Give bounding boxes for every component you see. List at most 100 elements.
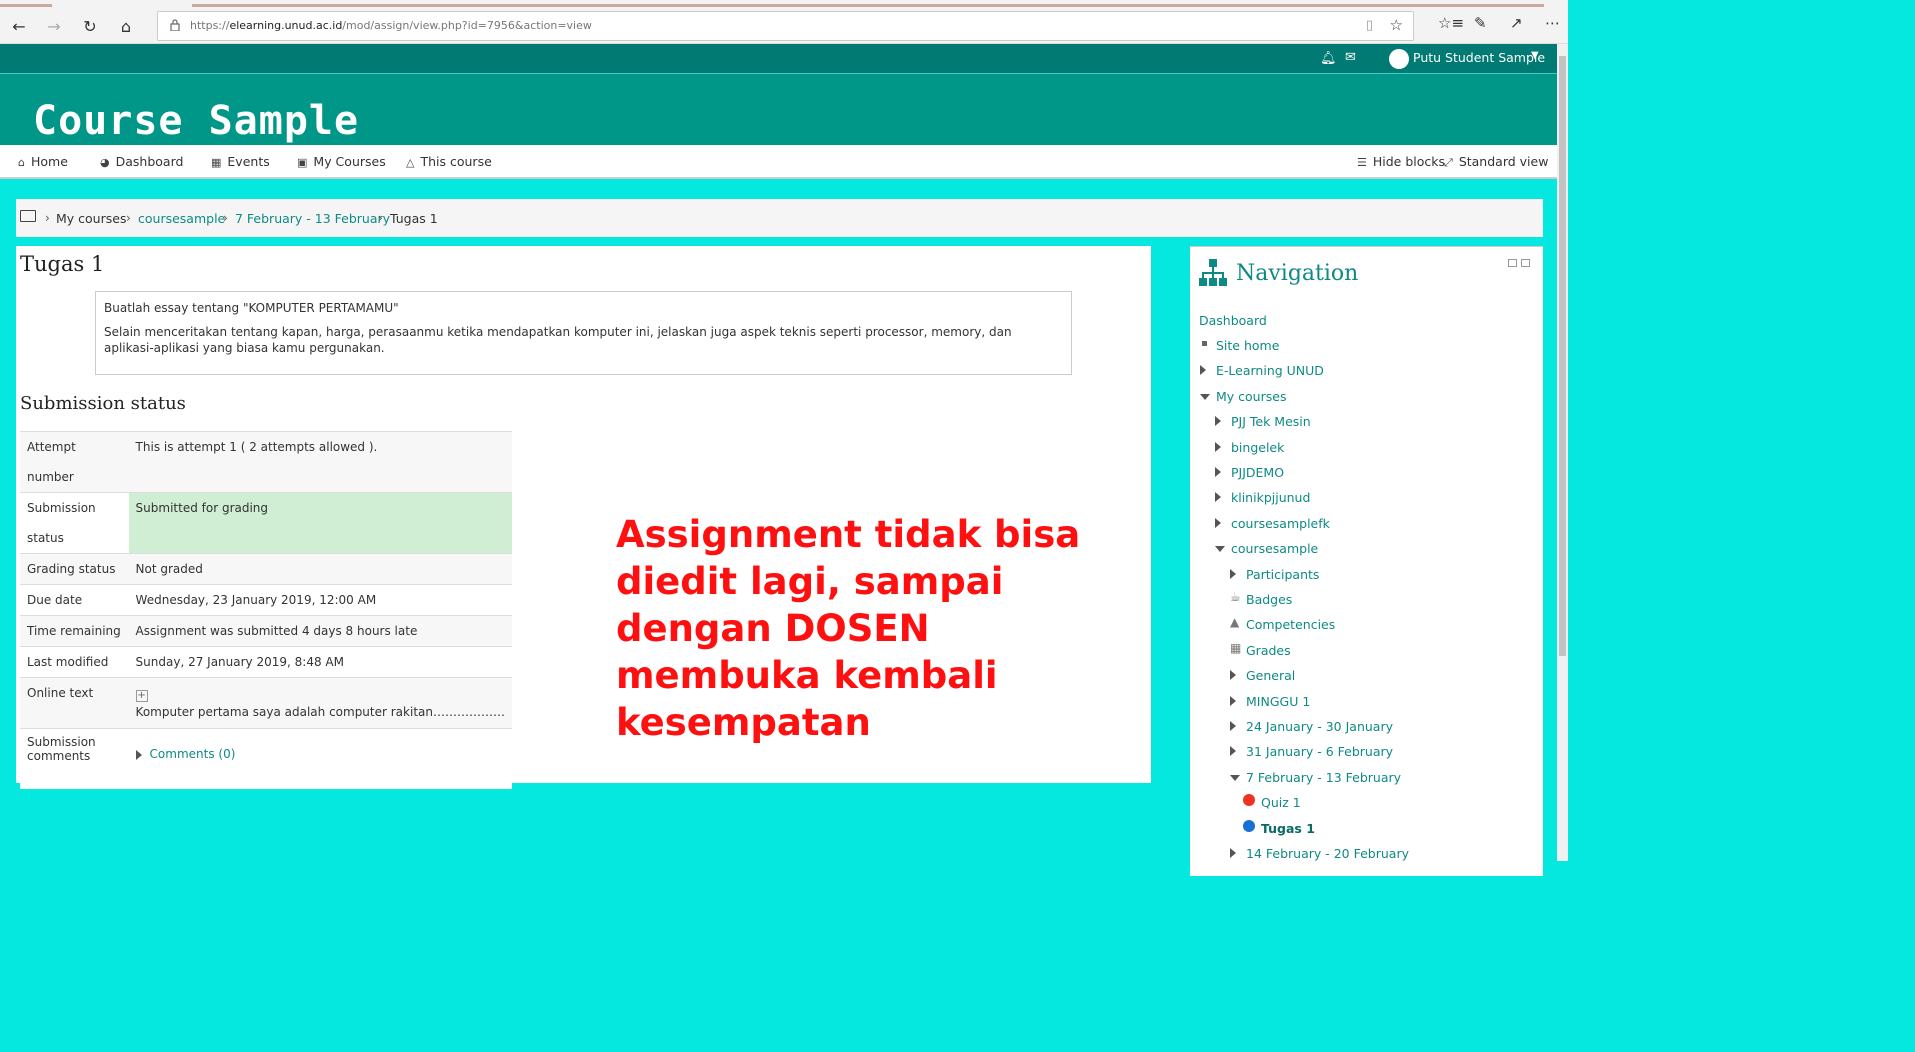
more-icon[interactable]: ⋯ <box>1545 14 1560 32</box>
table-row: Online text + Komputer pertama saya adalah… <box>20 677 512 729</box>
nav-participants[interactable]: Participants <box>1230 567 1319 582</box>
nav-home[interactable]: ⌂ Home <box>18 154 68 169</box>
block-dock-icon[interactable] <box>1521 259 1530 267</box>
reading-view-icon[interactable]: ▯ <box>1366 18 1373 33</box>
bullet-icon <box>1202 341 1207 346</box>
caret-right-icon[interactable] <box>1215 518 1221 528</box>
row-value: Assignment was submitted 4 days 8 hours … <box>128 615 512 647</box>
url-text: https://elearning.unud.ac.id/mod/assign/… <box>190 19 592 32</box>
nav-tugas-1-current[interactable]: Tugas 1 <box>1243 820 1315 836</box>
row-label: Attempt number <box>20 431 129 493</box>
assignment-icon <box>1243 820 1255 832</box>
quiz-icon <box>1243 794 1255 806</box>
user-menu-name[interactable]: Putu Student Sample <box>1413 50 1545 65</box>
breadcrumb-separator: › <box>45 211 50 225</box>
nav-dashboard[interactable]: ◕ Dashboard <box>100 154 183 169</box>
nav-events[interactable]: ▦ Events <box>211 154 270 169</box>
caret-right-icon[interactable] <box>135 749 142 760</box>
intro-line-2: Selain menceritakan tentang kapan, harga… <box>104 325 1012 355</box>
caret-right-icon[interactable] <box>1230 696 1236 706</box>
page-scrollbar[interactable] <box>1557 44 1568 861</box>
caret-down-icon[interactable] <box>1215 546 1225 552</box>
nav-section-general[interactable]: General <box>1230 668 1295 683</box>
favorites-list-icon[interactable]: ☆≡ <box>1438 14 1464 32</box>
forward-icon[interactable]: → <box>40 12 68 40</box>
nav-course-bingelek[interactable]: bingelek <box>1215 440 1284 455</box>
caret-right-icon[interactable] <box>1230 569 1236 579</box>
messages-icon[interactable]: ✉ <box>1345 50 1356 65</box>
comments-link[interactable]: Comments (0) <box>150 747 236 761</box>
home-icon: ⌂ <box>18 156 25 169</box>
nav-section-24-jan[interactable]: 24 January - 30 January <box>1230 719 1393 734</box>
grades-table-icon: ▦ <box>1230 641 1242 655</box>
caret-down-icon[interactable] <box>1230 775 1240 781</box>
share-icon[interactable]: ↗ <box>1510 14 1523 32</box>
caret-right-icon[interactable] <box>1230 721 1236 731</box>
moodle-topbar: 🔔︎ ✉ Putu Student Sample ▼ <box>0 44 1557 74</box>
caret-right-icon[interactable] <box>1230 670 1236 680</box>
main-region: Tugas 1 Buatlah essay tentang "KOMPUTER … <box>16 246 1151 789</box>
row-label: Time remaining <box>20 615 129 647</box>
page-title: Tugas 1 <box>20 252 105 276</box>
breadcrumb-section[interactable]: 7 February - 13 February <box>235 211 390 226</box>
caret-right-icon[interactable] <box>1215 467 1221 477</box>
refresh-icon[interactable]: ↻ <box>76 12 104 40</box>
nav-course-coursesamplefk[interactable]: coursesamplefk <box>1215 516 1330 531</box>
nav-competencies[interactable]: ▲ Competencies <box>1230 615 1335 632</box>
home-icon[interactable]: ⌂ <box>112 12 140 40</box>
pen-icon[interactable]: ✎ <box>1474 14 1487 32</box>
nav-section-14-feb[interactable]: 14 February - 20 February <box>1230 846 1409 861</box>
nav-badges[interactable]: ☕ Badges <box>1230 590 1292 607</box>
caret-right-icon[interactable] <box>1215 416 1221 426</box>
nav-section-31-jan[interactable]: 31 January - 6 February <box>1230 744 1393 759</box>
nav-course-pjjdemo[interactable]: PJJDEMO <box>1215 465 1284 480</box>
nav-quiz-1[interactable]: Quiz 1 <box>1243 794 1301 810</box>
back-icon[interactable]: ← <box>5 12 33 40</box>
caret-right-icon[interactable] <box>1200 365 1206 375</box>
hide-blocks-button[interactable]: ☰ Hide blocks <box>1357 154 1445 169</box>
row-value: This is attempt 1 ( 2 attempts allowed )… <box>128 431 512 493</box>
caret-right-icon[interactable] <box>1215 492 1221 502</box>
table-row: Due date Wednesday, 23 January 2019, 12:0… <box>20 584 512 616</box>
nav-my-courses[interactable]: My courses <box>1200 389 1286 404</box>
folder-open-icon[interactable] <box>20 210 36 222</box>
breadcrumb-my-courses[interactable]: My courses <box>56 211 126 226</box>
caret-right-icon[interactable] <box>1215 442 1221 452</box>
site-title[interactable]: Course Sample <box>33 98 359 144</box>
caret-right-icon[interactable] <box>1230 746 1236 756</box>
nav-section-minggu-1[interactable]: MINGGU 1 <box>1230 694 1310 709</box>
block-title: Navigation <box>1236 260 1359 286</box>
briefcase-icon: ▣ <box>297 156 308 169</box>
breadcrumb: › My courses › coursesample › 7 February… <box>16 199 1543 237</box>
dashboard-icon: ◕ <box>100 156 110 169</box>
competencies-icon: ▲ <box>1230 615 1240 629</box>
compress-icon: ⤢ <box>1444 156 1453 169</box>
nav-this-course[interactable]: △ This course <box>406 154 492 169</box>
nav-course-coursesample[interactable]: coursesample <box>1215 541 1318 556</box>
avatar[interactable] <box>1389 49 1409 69</box>
expand-plus-icon[interactable]: + <box>135 690 148 702</box>
breadcrumb-course[interactable]: coursesample <box>138 211 225 226</box>
browser-tab-active[interactable] <box>192 4 1544 7</box>
nav-course-klinikpjjunud[interactable]: klinikpjjunud <box>1215 490 1310 505</box>
caret-down-icon[interactable] <box>1200 394 1210 400</box>
bell-icon[interactable]: 🔔︎ <box>1320 51 1337 66</box>
sitemap-icon: △ <box>406 156 415 169</box>
row-label: Grading status <box>20 553 129 585</box>
nav-dashboard[interactable]: Dashboard <box>1199 313 1267 328</box>
chevron-down-icon[interactable]: ▼ <box>1531 50 1539 61</box>
scrollbar-thumb[interactable] <box>1559 56 1566 656</box>
nav-course-pjj-tek-mesin[interactable]: PJJ Tek Mesin <box>1215 414 1311 429</box>
nav-site-home[interactable]: Site home <box>1202 338 1279 353</box>
nav-grades[interactable]: ▦ Grades <box>1230 641 1291 658</box>
nav-elearning-unud[interactable]: E-Learning UNUD <box>1200 363 1324 378</box>
nav-my-courses[interactable]: ▣ My Courses <box>297 154 386 169</box>
caret-right-icon[interactable] <box>1230 848 1236 858</box>
address-bar[interactable]: https://elearning.unud.ac.id/mod/assign/… <box>157 11 1414 41</box>
block-collapse-icon[interactable] <box>1508 259 1517 267</box>
favorite-star-icon[interactable]: ☆ <box>1390 16 1403 34</box>
standard-view-button[interactable]: ⤢ Standard view <box>1444 154 1548 170</box>
nav-section-7-feb[interactable]: 7 February - 13 February <box>1230 770 1401 785</box>
trophy-icon: ☕ <box>1230 590 1241 604</box>
browser-tab[interactable] <box>0 4 52 7</box>
